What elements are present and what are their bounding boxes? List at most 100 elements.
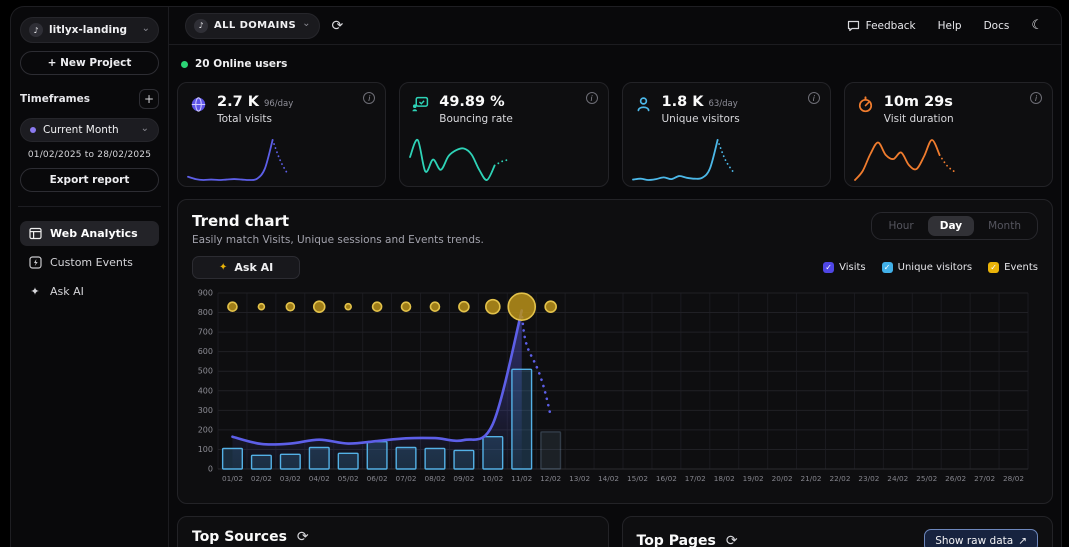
stat-value: 49.89 % — [439, 94, 504, 110]
refresh-icon[interactable]: ⟳ — [297, 529, 309, 545]
svg-text:05/02: 05/02 — [338, 474, 359, 483]
chat-bubble-icon — [847, 20, 860, 32]
project-selector[interactable]: ♪ litlyx-landing ⌄ — [20, 17, 159, 43]
theme-toggle-moon-icon[interactable]: ☾ — [1031, 18, 1043, 33]
ask-ai-button[interactable]: ✦ Ask AI — [192, 256, 300, 279]
docs-link[interactable]: Docs — [984, 20, 1010, 32]
app-window: ♪ litlyx-landing ⌄ + New Project Timefra… — [10, 6, 1062, 547]
chevron-down-icon: ⌄ — [141, 126, 149, 132]
info-icon[interactable]: i — [1030, 92, 1042, 104]
svg-text:10/02: 10/02 — [482, 474, 503, 483]
timeframe-dot-icon — [30, 127, 36, 133]
timeframes-label: Timeframes — [20, 93, 139, 105]
svg-text:800: 800 — [198, 308, 213, 317]
legend-label: Unique visitors — [898, 262, 973, 273]
new-project-button[interactable]: + New Project — [20, 51, 159, 75]
online-dot-icon — [181, 61, 188, 68]
svg-text:300: 300 — [198, 406, 213, 415]
legend-visits-checkbox[interactable]: ✓ Visits — [823, 262, 866, 273]
svg-text:200: 200 — [198, 425, 213, 434]
svg-text:24/02: 24/02 — [887, 474, 908, 483]
svg-text:27/02: 27/02 — [974, 474, 995, 483]
legend-label: Events — [1004, 262, 1038, 273]
sidebar-item-ask-ai[interactable]: ✦ Ask AI — [20, 279, 159, 304]
svg-text:20/02: 20/02 — [772, 474, 793, 483]
online-users: 20 Online users — [181, 58, 1053, 70]
refresh-icon[interactable]: ⟳ — [332, 18, 344, 34]
svg-text:0: 0 — [208, 465, 213, 474]
svg-text:900: 900 — [198, 289, 213, 298]
granularity-day-button[interactable]: Day — [928, 216, 974, 236]
external-link-icon: ↗ — [1018, 535, 1027, 547]
chevron-down-icon: ⌄ — [302, 21, 310, 27]
svg-text:07/02: 07/02 — [396, 474, 417, 483]
info-icon[interactable]: i — [363, 92, 375, 104]
domain-selector[interactable]: ♪ ALL DOMAINS ⌄ — [185, 13, 320, 39]
stat-value: 1.8 K — [662, 94, 704, 110]
checkbox-checked-icon: ✓ — [882, 262, 893, 273]
help-link[interactable]: Help — [938, 20, 962, 32]
stat-cards-row: 2.7 K 96/day Total visits i — [177, 82, 1053, 187]
granularity-month-button[interactable]: Month — [976, 216, 1033, 236]
litlyx-logo-icon: ♪ — [194, 19, 208, 33]
feedback-label: Feedback — [866, 20, 916, 32]
svg-text:12/02: 12/02 — [540, 474, 561, 483]
svg-text:400: 400 — [198, 386, 213, 395]
trend-chart-card: Trend chart Easily match Visits, Unique … — [177, 199, 1053, 504]
stat-label: Unique visitors — [662, 113, 740, 125]
sidebar-divider — [18, 206, 161, 207]
globe-icon — [190, 94, 208, 125]
legend-label: Visits — [839, 262, 866, 273]
info-icon[interactable]: i — [808, 92, 820, 104]
svg-text:13/02: 13/02 — [569, 474, 590, 483]
export-report-button[interactable]: Export report — [20, 168, 159, 192]
custom-events-icon — [28, 256, 42, 269]
svg-text:17/02: 17/02 — [685, 474, 706, 483]
sidebar: ♪ litlyx-landing ⌄ + New Project Timefra… — [11, 7, 169, 547]
trend-chart-subtitle: Easily match Visits, Unique sessions and… — [192, 234, 484, 246]
person-icon — [635, 94, 653, 125]
refresh-icon[interactable]: ⟳ — [726, 533, 738, 547]
svg-text:04/02: 04/02 — [309, 474, 330, 483]
project-name: litlyx-landing — [49, 24, 136, 36]
trend-chart-title: Trend chart — [192, 212, 484, 230]
sparkline-visit-duration — [851, 136, 959, 184]
granularity-hour-button[interactable]: Hour — [876, 216, 925, 236]
add-timeframe-button[interactable]: + — [139, 89, 159, 109]
stat-card-visit-duration: 10m 29s Visit duration i — [844, 82, 1053, 187]
domain-selector-label: ALL DOMAINS — [214, 20, 296, 31]
sidebar-item-label: Custom Events — [50, 256, 133, 269]
litlyx-logo-icon: ♪ — [29, 23, 43, 37]
sidebar-item-web-analytics[interactable]: Web Analytics — [20, 221, 159, 246]
timer-icon — [857, 94, 875, 125]
info-icon[interactable]: i — [586, 92, 598, 104]
legend-unique-visitors-checkbox[interactable]: ✓ Unique visitors — [882, 262, 973, 273]
timeframe-select[interactable]: Current Month ⌄ — [20, 118, 159, 142]
bottom-row: Top Sources ⟳ Top Pages ⟳ Show raw data … — [177, 516, 1053, 547]
show-raw-data-button[interactable]: Show raw data ↗ — [924, 529, 1038, 547]
sparkles-icon: ✦ — [219, 262, 227, 273]
sparkline-total-visits — [184, 136, 292, 184]
svg-text:21/02: 21/02 — [801, 474, 822, 483]
svg-text:08/02: 08/02 — [424, 474, 445, 483]
feedback-link[interactable]: Feedback — [847, 20, 916, 32]
sparkline-unique-visitors — [629, 136, 737, 184]
sidebar-item-label: Web Analytics — [50, 227, 138, 240]
web-analytics-icon — [28, 227, 42, 240]
legend-events-checkbox[interactable]: ✓ Events — [988, 262, 1038, 273]
svg-text:11/02: 11/02 — [511, 474, 532, 483]
checkbox-checked-icon: ✓ — [823, 262, 834, 273]
svg-text:14/02: 14/02 — [598, 474, 619, 483]
timeframe-range: 01/02/2025 to 28/02/2025 — [20, 150, 159, 160]
stat-label: Total visits — [217, 113, 293, 125]
stat-per-day: 63/day — [708, 99, 737, 109]
svg-text:500: 500 — [198, 367, 213, 376]
sidebar-item-custom-events[interactable]: Custom Events — [20, 250, 159, 275]
stat-per-day: 96/day — [264, 99, 293, 109]
topbar: ♪ ALL DOMAINS ⌄ ⟳ Feedback Help Docs ☾ — [169, 7, 1061, 45]
bounce-icon — [412, 94, 430, 125]
stat-label: Bouncing rate — [439, 113, 513, 125]
stat-card-unique-visitors: 1.8 K 63/day Unique visitors i — [622, 82, 831, 187]
svg-text:25/02: 25/02 — [916, 474, 937, 483]
sparkles-icon: ✦ — [28, 285, 42, 298]
